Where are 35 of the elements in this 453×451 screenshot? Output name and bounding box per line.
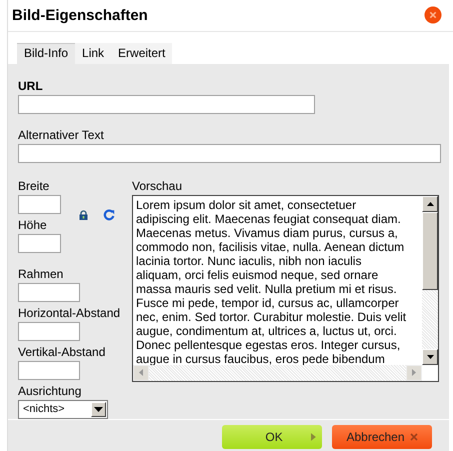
horizontal-scrollbar[interactable]	[133, 364, 422, 381]
scroll-right-icon[interactable]	[412, 369, 416, 376]
input-field[interactable]	[18, 360, 80, 380]
field-label: Breite	[18, 178, 50, 193]
arrow-icon	[311, 432, 316, 441]
field-label: Alternativer Text	[18, 128, 105, 142]
field-label: Horizontal-Abstand	[18, 306, 122, 320]
input-field[interactable]	[18, 322, 80, 341]
close-icon	[410, 432, 418, 441]
vertical-scrollbar[interactable]	[422, 196, 438, 365]
dropdown-arrow-icon	[94, 406, 103, 412]
field-label: Vertikal-Abstand	[18, 344, 106, 359]
preview-label: Vorschau	[132, 178, 184, 193]
close-icon[interactable]	[424, 6, 442, 24]
scroll-up-icon[interactable]	[426, 202, 434, 206]
field-label: Ausrichtung	[18, 384, 82, 398]
scroll-left-icon[interactable]	[139, 369, 143, 376]
window-title: Bild-Eigenschaften	[12, 6, 148, 24]
field-label: Rahmen	[18, 266, 64, 281]
input-field[interactable]	[18, 282, 80, 302]
field-label: URL	[18, 78, 44, 93]
cancel-button[interactable]: Abbrechen	[332, 424, 432, 449]
tab[interactable]: Bild-Info	[17, 42, 76, 64]
field-label: Höhe	[18, 218, 48, 232]
tab[interactable]: Erweitert	[111, 42, 172, 64]
width-field[interactable]	[18, 194, 61, 214]
url-field[interactable]	[18, 94, 315, 114]
alt-text-field[interactable]	[18, 144, 441, 163]
height-field[interactable]	[18, 234, 61, 253]
lock-icon[interactable]	[79, 210, 88, 220]
tab[interactable]: Link	[75, 42, 112, 64]
align-dropdown[interactable]: <nichts>	[18, 400, 108, 419]
scroll-down-icon[interactable]	[426, 354, 434, 359]
ok-button[interactable]: OK	[222, 424, 322, 449]
refresh-icon[interactable]	[103, 208, 115, 221]
